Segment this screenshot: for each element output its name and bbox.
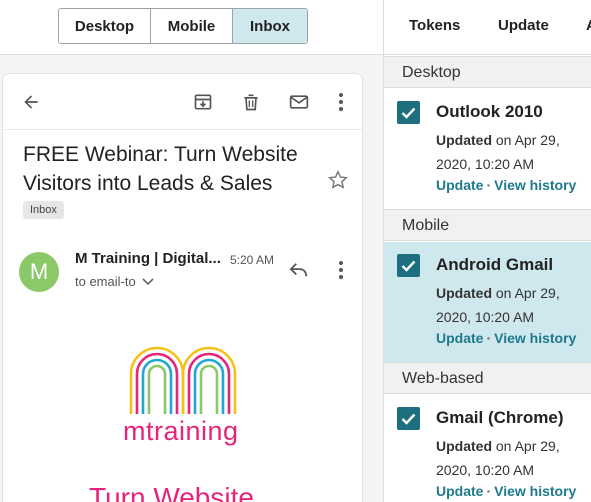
client-updated-meta: Updated on Apr 29, 2020, 10:20 AM — [436, 434, 591, 482]
more-vert-icon[interactable] — [329, 258, 353, 282]
inbox-label-chip: Inbox — [23, 201, 64, 219]
client-name: Android Gmail — [436, 255, 554, 274]
view-desktop-button[interactable]: Desktop — [59, 9, 151, 43]
separator: · — [486, 330, 492, 346]
reply-icon[interactable] — [287, 258, 311, 282]
trash-icon[interactable] — [239, 90, 263, 114]
section-heading-web-based: Web-based — [384, 362, 591, 394]
star-icon[interactable] — [325, 167, 351, 193]
more-vert-icon[interactable] — [329, 90, 353, 114]
client-item-android-gmail[interactable]: Android Gmail Updated on Apr 29, 2020, 1… — [384, 242, 591, 362]
client-name: Gmail (Chrome) — [436, 408, 564, 427]
mail-icon[interactable] — [287, 90, 311, 114]
view-inbox-button[interactable]: Inbox — [233, 9, 307, 43]
client-actions: Update · View history — [436, 330, 576, 346]
client-actions: Update · View history — [436, 177, 576, 193]
client-name: Outlook 2010 — [436, 102, 543, 121]
email-headline: Turn Website — [89, 482, 254, 502]
brand-wordmark: mtraining — [123, 416, 239, 446]
checkbox-checked-icon[interactable] — [397, 101, 420, 124]
section-heading-desktop: Desktop — [384, 56, 591, 88]
email-time: 5:20 AM — [230, 253, 275, 267]
back-arrow-icon[interactable] — [19, 90, 43, 114]
client-item-gmail-chrome[interactable]: Gmail (Chrome) Updated on Apr 29, 2020, … — [384, 395, 591, 502]
sender-name: M Training | Digital... — [75, 250, 221, 267]
section-heading-mobile: Mobile — [384, 209, 591, 241]
updated-label: Updated — [436, 132, 492, 148]
view-history-link[interactable]: View history — [494, 177, 576, 193]
preview-pane: Desktop Mobile Inbox FREE Webinar: Turn … — [0, 0, 384, 502]
chevron-down-icon[interactable] — [142, 276, 154, 288]
separator: · — [486, 483, 492, 499]
view-mobile-button[interactable]: Mobile — [151, 9, 233, 43]
recipient-text: to email-to — [75, 274, 136, 289]
tab-update[interactable]: Update — [498, 17, 549, 34]
email-preview-app: Desktop Mobile Inbox FREE Webinar: Turn … — [0, 0, 591, 502]
client-actions: Update · View history — [436, 483, 576, 499]
archive-icon[interactable] — [191, 90, 215, 114]
email-subject: FREE Webinar: Turn Website Visitors into… — [23, 143, 298, 195]
gmail-toolbar — [3, 74, 362, 130]
checkbox-checked-icon[interactable] — [397, 407, 420, 430]
view-history-link[interactable]: View history — [494, 330, 576, 346]
client-item-outlook-2010[interactable]: Outlook 2010 Updated on Apr 29, 2020, 10… — [384, 89, 591, 209]
avatar: M — [19, 252, 59, 292]
view-segmented-control: Desktop Mobile Inbox — [58, 8, 308, 44]
update-link[interactable]: Update — [436, 330, 483, 346]
tab-more[interactable]: A — [586, 17, 591, 34]
client-panel: Tokens Update A Desktop Outlook 2010 Upd… — [384, 0, 591, 502]
view-history-link[interactable]: View history — [494, 483, 576, 499]
mtraining-logo — [129, 346, 237, 414]
tab-tokens[interactable]: Tokens — [409, 17, 460, 34]
separator: · — [486, 177, 492, 193]
update-link[interactable]: Update — [436, 483, 483, 499]
updated-label: Updated — [436, 438, 492, 454]
updated-label: Updated — [436, 285, 492, 301]
checkbox-checked-icon[interactable] — [397, 254, 420, 277]
recipient-line[interactable]: to email-to — [75, 274, 154, 289]
client-updated-meta: Updated on Apr 29, 2020, 10:20 AM — [436, 281, 591, 329]
view-toolbar: Desktop Mobile Inbox — [0, 0, 383, 55]
panel-tabs: Tokens Update A — [384, 0, 591, 55]
gmail-inbox-preview: FREE Webinar: Turn Website Visitors into… — [3, 74, 362, 502]
update-link[interactable]: Update — [436, 177, 483, 193]
client-updated-meta: Updated on Apr 29, 2020, 10:20 AM — [436, 128, 591, 176]
